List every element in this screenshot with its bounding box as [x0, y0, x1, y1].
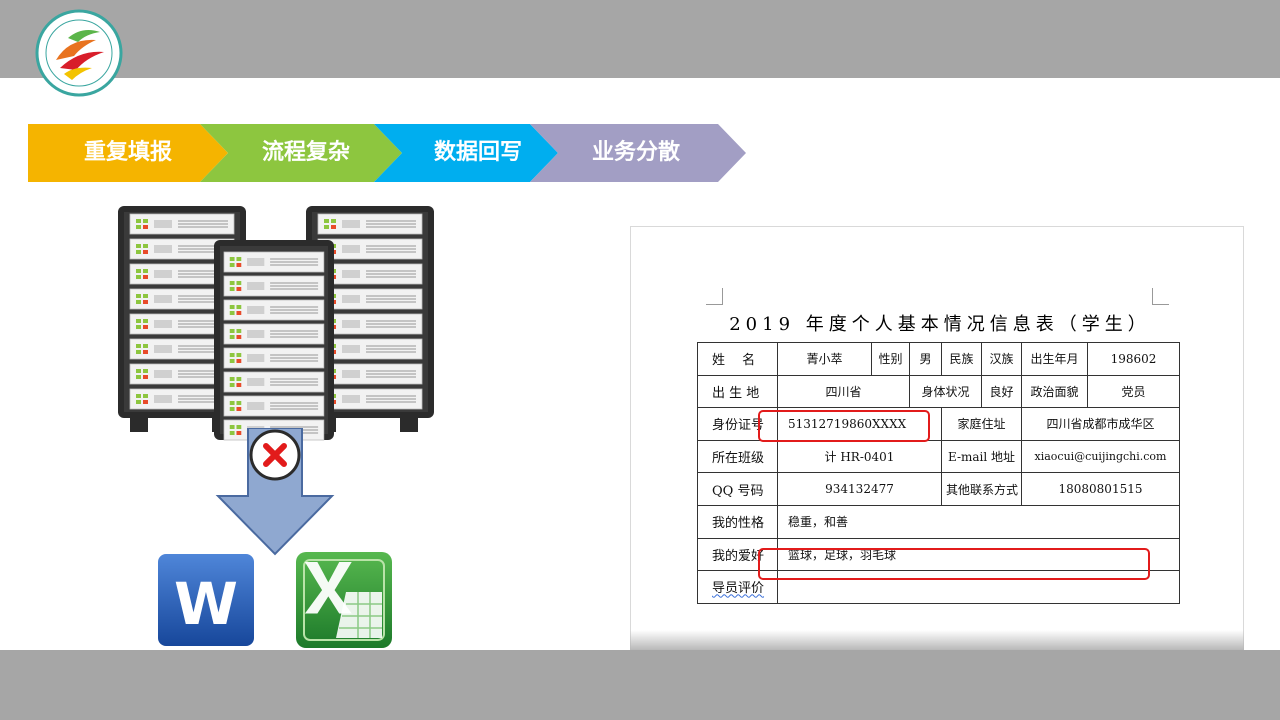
cell-label-class: 所在班级 [697, 439, 778, 474]
cell-value-name: 菁小萃 [777, 342, 872, 376]
highlight-hobbies [758, 548, 1150, 580]
top-bar [0, 0, 1280, 78]
cell-label-gender: 性别 [871, 342, 910, 376]
step-4-label: 业务分散 [592, 140, 681, 165]
step-3-label: 数据回写 [434, 140, 523, 165]
cell-label-name: 姓 名 [697, 342, 778, 376]
table-row: 我的性格 稳重，和善 [697, 504, 1180, 539]
step-2-label: 流程复杂 [262, 140, 351, 165]
college-emblem-icon [35, 9, 123, 97]
step-1-label: 重复填报 [84, 140, 173, 165]
bottom-bar [0, 650, 1280, 720]
cell-value-gender: 男 [909, 342, 942, 376]
word-icon: W [158, 554, 254, 646]
cell-value-politics: 党员 [1087, 374, 1180, 409]
cell-value-other-contact: 18080801515 [1021, 472, 1180, 506]
advisor-review-text: 导员评价 [712, 581, 765, 597]
document-fade [630, 630, 1244, 650]
cell-label-address: 家庭住址 [941, 407, 1022, 441]
cell-label-ethnicity: 民族 [941, 342, 982, 376]
cell-label-qq: QQ 号码 [697, 472, 778, 506]
table-row: QQ 号码 934132477 其他联系方式 18080801515 [697, 472, 1180, 506]
cell-label-birthplace: 出 生 地 [697, 374, 778, 409]
cell-value-personality: 稳重，和善 [777, 504, 1180, 539]
cell-label-personality: 我的性格 [697, 504, 778, 539]
word-letter: W [174, 570, 238, 638]
cell-value-email: xiaocui@cuijingchi.com [1021, 439, 1180, 474]
cell-value-qq: 934132477 [777, 472, 942, 506]
cell-label-other-contact: 其他联系方式 [941, 472, 1022, 506]
margin-corner-left [706, 288, 723, 305]
table-row: 姓 名 菁小萃 性别 男 民族 汉族 出生年月 198602 [697, 342, 1180, 376]
cell-value-address: 四川省成都市成华区 [1021, 407, 1180, 441]
cell-value-health: 良好 [981, 374, 1022, 409]
cell-label-birth: 出生年月 [1021, 342, 1088, 376]
cell-label-politics: 政治面貌 [1021, 374, 1088, 409]
table-row: 所在班级 计 HR-0401 E-mail 地址 xiaocui@cuijing… [697, 439, 1180, 474]
excel-icon [296, 552, 392, 648]
cell-label-email: E-mail 地址 [941, 439, 1022, 474]
server-rack-icon [118, 206, 434, 441]
margin-corner-right [1152, 288, 1169, 305]
cell-value-class: 计 HR-0401 [777, 439, 942, 474]
form-title: 2019 年度个人基本情况信息表（学生） [729, 314, 1151, 335]
cell-value-birthplace: 四川省 [777, 374, 910, 409]
table-row: 出 生 地 四川省 身体状况 良好 政治面貌 党员 [697, 374, 1180, 409]
cell-value-ethnicity: 汉族 [981, 342, 1022, 376]
cell-label-health: 身体状况 [909, 374, 982, 409]
highlight-id-number [758, 410, 930, 442]
cell-value-birth: 198602 [1087, 342, 1180, 376]
blocked-x-icon [249, 429, 301, 481]
